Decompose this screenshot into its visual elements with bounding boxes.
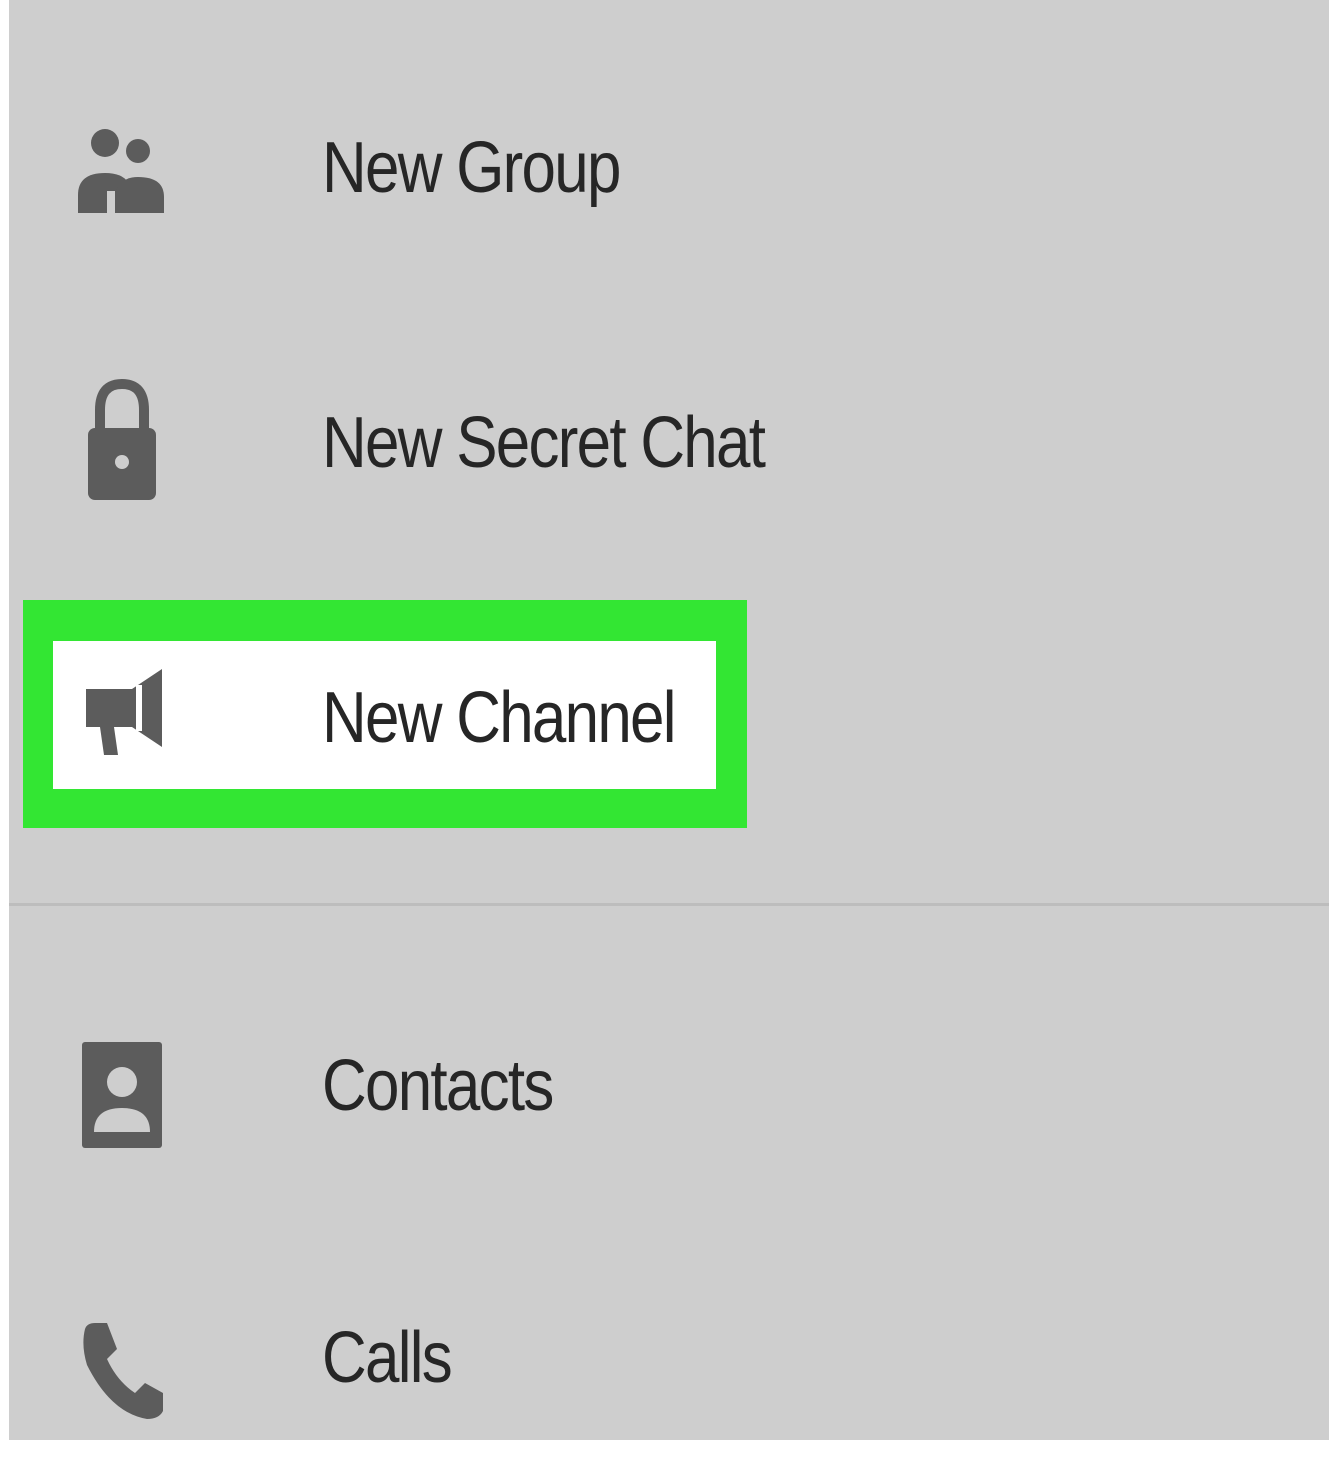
lock-icon: [74, 375, 169, 505]
menu-item-label: Calls: [322, 1318, 453, 1398]
menu-item-contacts[interactable]: Contacts: [9, 990, 1329, 1190]
contact-card-icon: [74, 1030, 169, 1160]
menu-item-label: New Secret Chat: [322, 403, 766, 483]
menu-item-new-group[interactable]: New Group: [9, 70, 1329, 270]
group-icon: [74, 105, 169, 235]
menu-item-label: New Channel: [322, 678, 677, 758]
menu-item-new-secret-chat[interactable]: New Secret Chat: [9, 345, 1329, 545]
megaphone-icon: [79, 648, 174, 778]
menu-item-label: New Group: [322, 128, 621, 208]
menu-item-calls[interactable]: Calls: [9, 1260, 1329, 1460]
menu-divider: [9, 903, 1329, 906]
menu-item-new-channel[interactable]: New Channel: [9, 600, 1329, 800]
phone-icon: [74, 1305, 169, 1435]
drawer-menu: New Group New Secret Chat New Channel Co…: [9, 0, 1329, 1440]
menu-item-label: Contacts: [322, 1046, 554, 1126]
